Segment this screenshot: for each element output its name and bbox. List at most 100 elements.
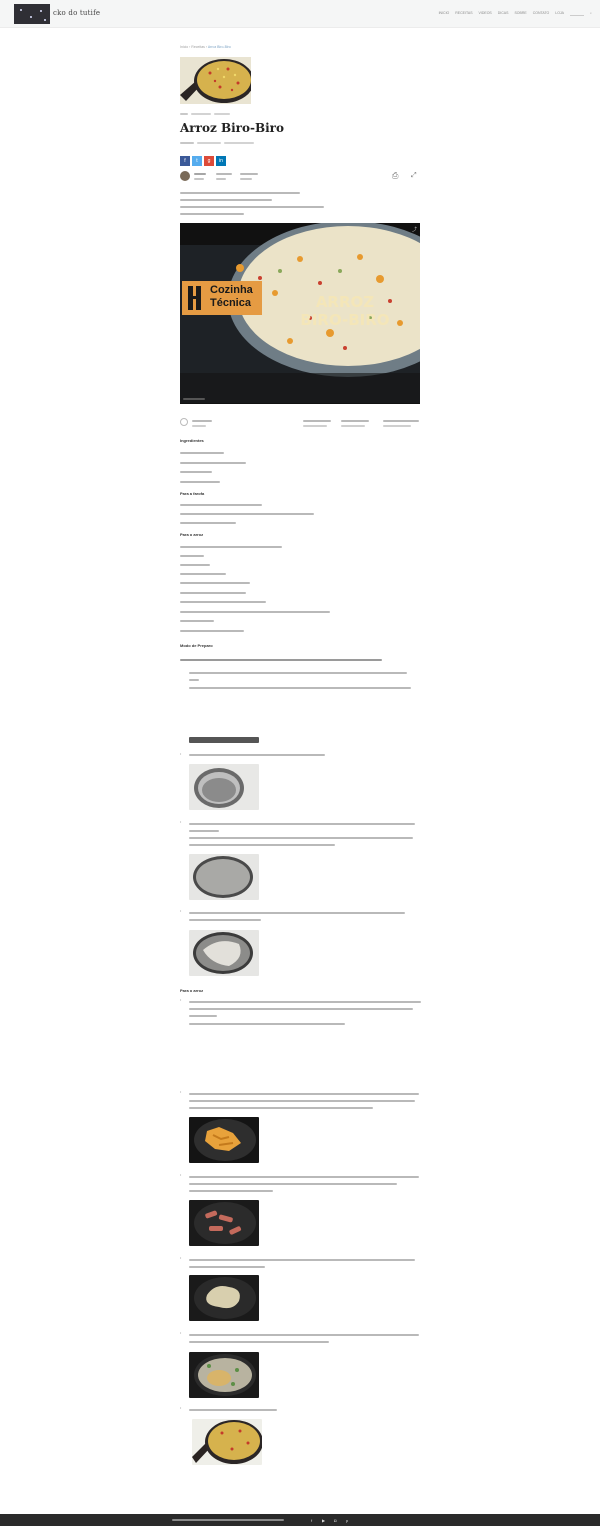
site-logo[interactable]	[14, 4, 50, 24]
author-name[interactable]	[194, 173, 206, 175]
meta-text	[240, 178, 252, 180]
facebook-icon[interactable]: f	[311, 1518, 312, 1523]
ingredient-item	[180, 452, 224, 454]
ingredient-item	[180, 592, 246, 594]
breadcrumb-home[interactable]: Inicio	[180, 45, 188, 49]
external-link-icon[interactable]: ⤴	[412, 226, 417, 233]
instagram-icon[interactable]: ◘	[334, 1518, 336, 1523]
step-image	[189, 1200, 259, 1246]
subheading: Para a farofa	[180, 491, 205, 496]
step-image	[189, 737, 259, 743]
ingredient-item	[180, 564, 210, 566]
ingredient-item	[180, 630, 244, 632]
recipe-stat	[341, 425, 365, 427]
pan-image	[180, 57, 251, 104]
nav-item[interactable]: RECEITAS	[455, 11, 472, 16]
step-number: •	[180, 909, 182, 913]
youtube-icon[interactable]: ▶	[322, 1518, 325, 1523]
step-text	[189, 912, 405, 914]
ingredient-item	[180, 522, 236, 524]
meta-text	[224, 142, 254, 144]
ingredient-item	[180, 546, 282, 548]
step-image	[189, 764, 259, 810]
step-number: •	[180, 1173, 182, 1177]
recipe-stat	[303, 420, 331, 422]
step-text	[189, 1334, 419, 1336]
nav-item[interactable]: INICIO	[439, 11, 450, 16]
recipe-stat	[383, 420, 419, 422]
meta-text	[216, 173, 232, 175]
overlay-line-2: BIRO-BIRO	[300, 311, 390, 329]
brand-line-1: Cozinha	[210, 284, 253, 296]
preparation-heading: Modo de Preparo	[180, 643, 213, 648]
channel-logo-icon	[188, 286, 201, 310]
step-text	[189, 1266, 265, 1268]
step-text	[189, 679, 199, 681]
intro-text	[180, 206, 324, 208]
ingredient-item	[180, 462, 246, 464]
linkedin-icon[interactable]: in	[216, 156, 226, 166]
google-plus-icon[interactable]: g	[204, 156, 214, 166]
meta-text	[214, 113, 230, 115]
expand-icon[interactable]: ⤢	[411, 172, 417, 180]
ingredient-item	[180, 513, 314, 515]
intro-text	[180, 199, 272, 201]
step-text	[189, 687, 411, 689]
step-text	[189, 754, 325, 756]
step-text	[189, 1100, 415, 1102]
step-text	[189, 1107, 373, 1109]
rice-mix-image	[189, 1352, 259, 1398]
meta-text	[240, 173, 258, 175]
ingredients-heading: Ingredientes	[180, 438, 204, 443]
video-player[interactable]: Cozinha Técnica ARROZ BIRO-BIRO ⤴	[180, 223, 420, 404]
avatar[interactable]	[180, 171, 190, 181]
site-name[interactable]: cko do tutife	[53, 9, 100, 17]
facebook-icon[interactable]: f	[180, 156, 190, 166]
onion-image	[189, 1117, 259, 1163]
star-dot	[30, 16, 32, 18]
clock-icon	[180, 418, 188, 426]
nav-item[interactable]: SOBRE	[514, 11, 526, 16]
video-caption	[183, 398, 205, 400]
pot-image	[189, 764, 259, 810]
nav-item[interactable]: CONTATO	[533, 11, 550, 16]
intro-text	[180, 192, 300, 194]
step-group-title	[180, 659, 382, 661]
breadcrumb-section[interactable]: Receitas	[191, 45, 205, 49]
meta-text	[191, 113, 211, 115]
breadcrumb: Inicio › Receitas › Arroz Biro-Biro	[180, 45, 231, 49]
step-image	[189, 1352, 259, 1398]
ingredient-item	[180, 573, 226, 575]
ingredient-item	[180, 582, 250, 584]
step-text	[189, 1093, 419, 1095]
breadcrumb-current: Arroz Biro-Biro	[207, 45, 231, 49]
ingredient-item	[180, 601, 266, 603]
step-image	[189, 930, 259, 976]
recipe-stat	[303, 425, 327, 427]
search-icon[interactable]: ⌕	[590, 11, 592, 16]
step-text	[189, 1001, 421, 1003]
meta-text	[194, 178, 204, 180]
twitter-icon[interactable]: t	[192, 156, 202, 166]
step-number: •	[180, 1406, 182, 1410]
brand-line-2: Técnica	[210, 297, 251, 309]
video-title-overlay: ARROZ BIRO-BIRO	[280, 293, 410, 329]
search-input[interactable]	[570, 11, 585, 16]
step-image	[189, 1275, 259, 1321]
step-text	[189, 1008, 413, 1010]
step-text	[189, 1015, 217, 1017]
nav-item[interactable]: LOJA	[555, 11, 564, 16]
footer-text	[172, 1519, 284, 1521]
pinterest-icon[interactable]: p	[346, 1518, 348, 1523]
nav-item[interactable]: DICAS	[498, 11, 509, 16]
step-text	[189, 1190, 273, 1192]
meta-text	[180, 113, 188, 115]
pan-farofa-image	[189, 930, 259, 976]
overlay-line-1: ARROZ	[315, 293, 375, 311]
nav-item[interactable]: VIDEOS	[479, 11, 492, 16]
step-text	[189, 830, 219, 832]
page-title: Arroz Biro-Biro	[180, 121, 284, 135]
intro-text	[180, 213, 244, 215]
recipe-stat	[341, 420, 369, 422]
print-icon[interactable]: ⎙	[392, 171, 398, 181]
